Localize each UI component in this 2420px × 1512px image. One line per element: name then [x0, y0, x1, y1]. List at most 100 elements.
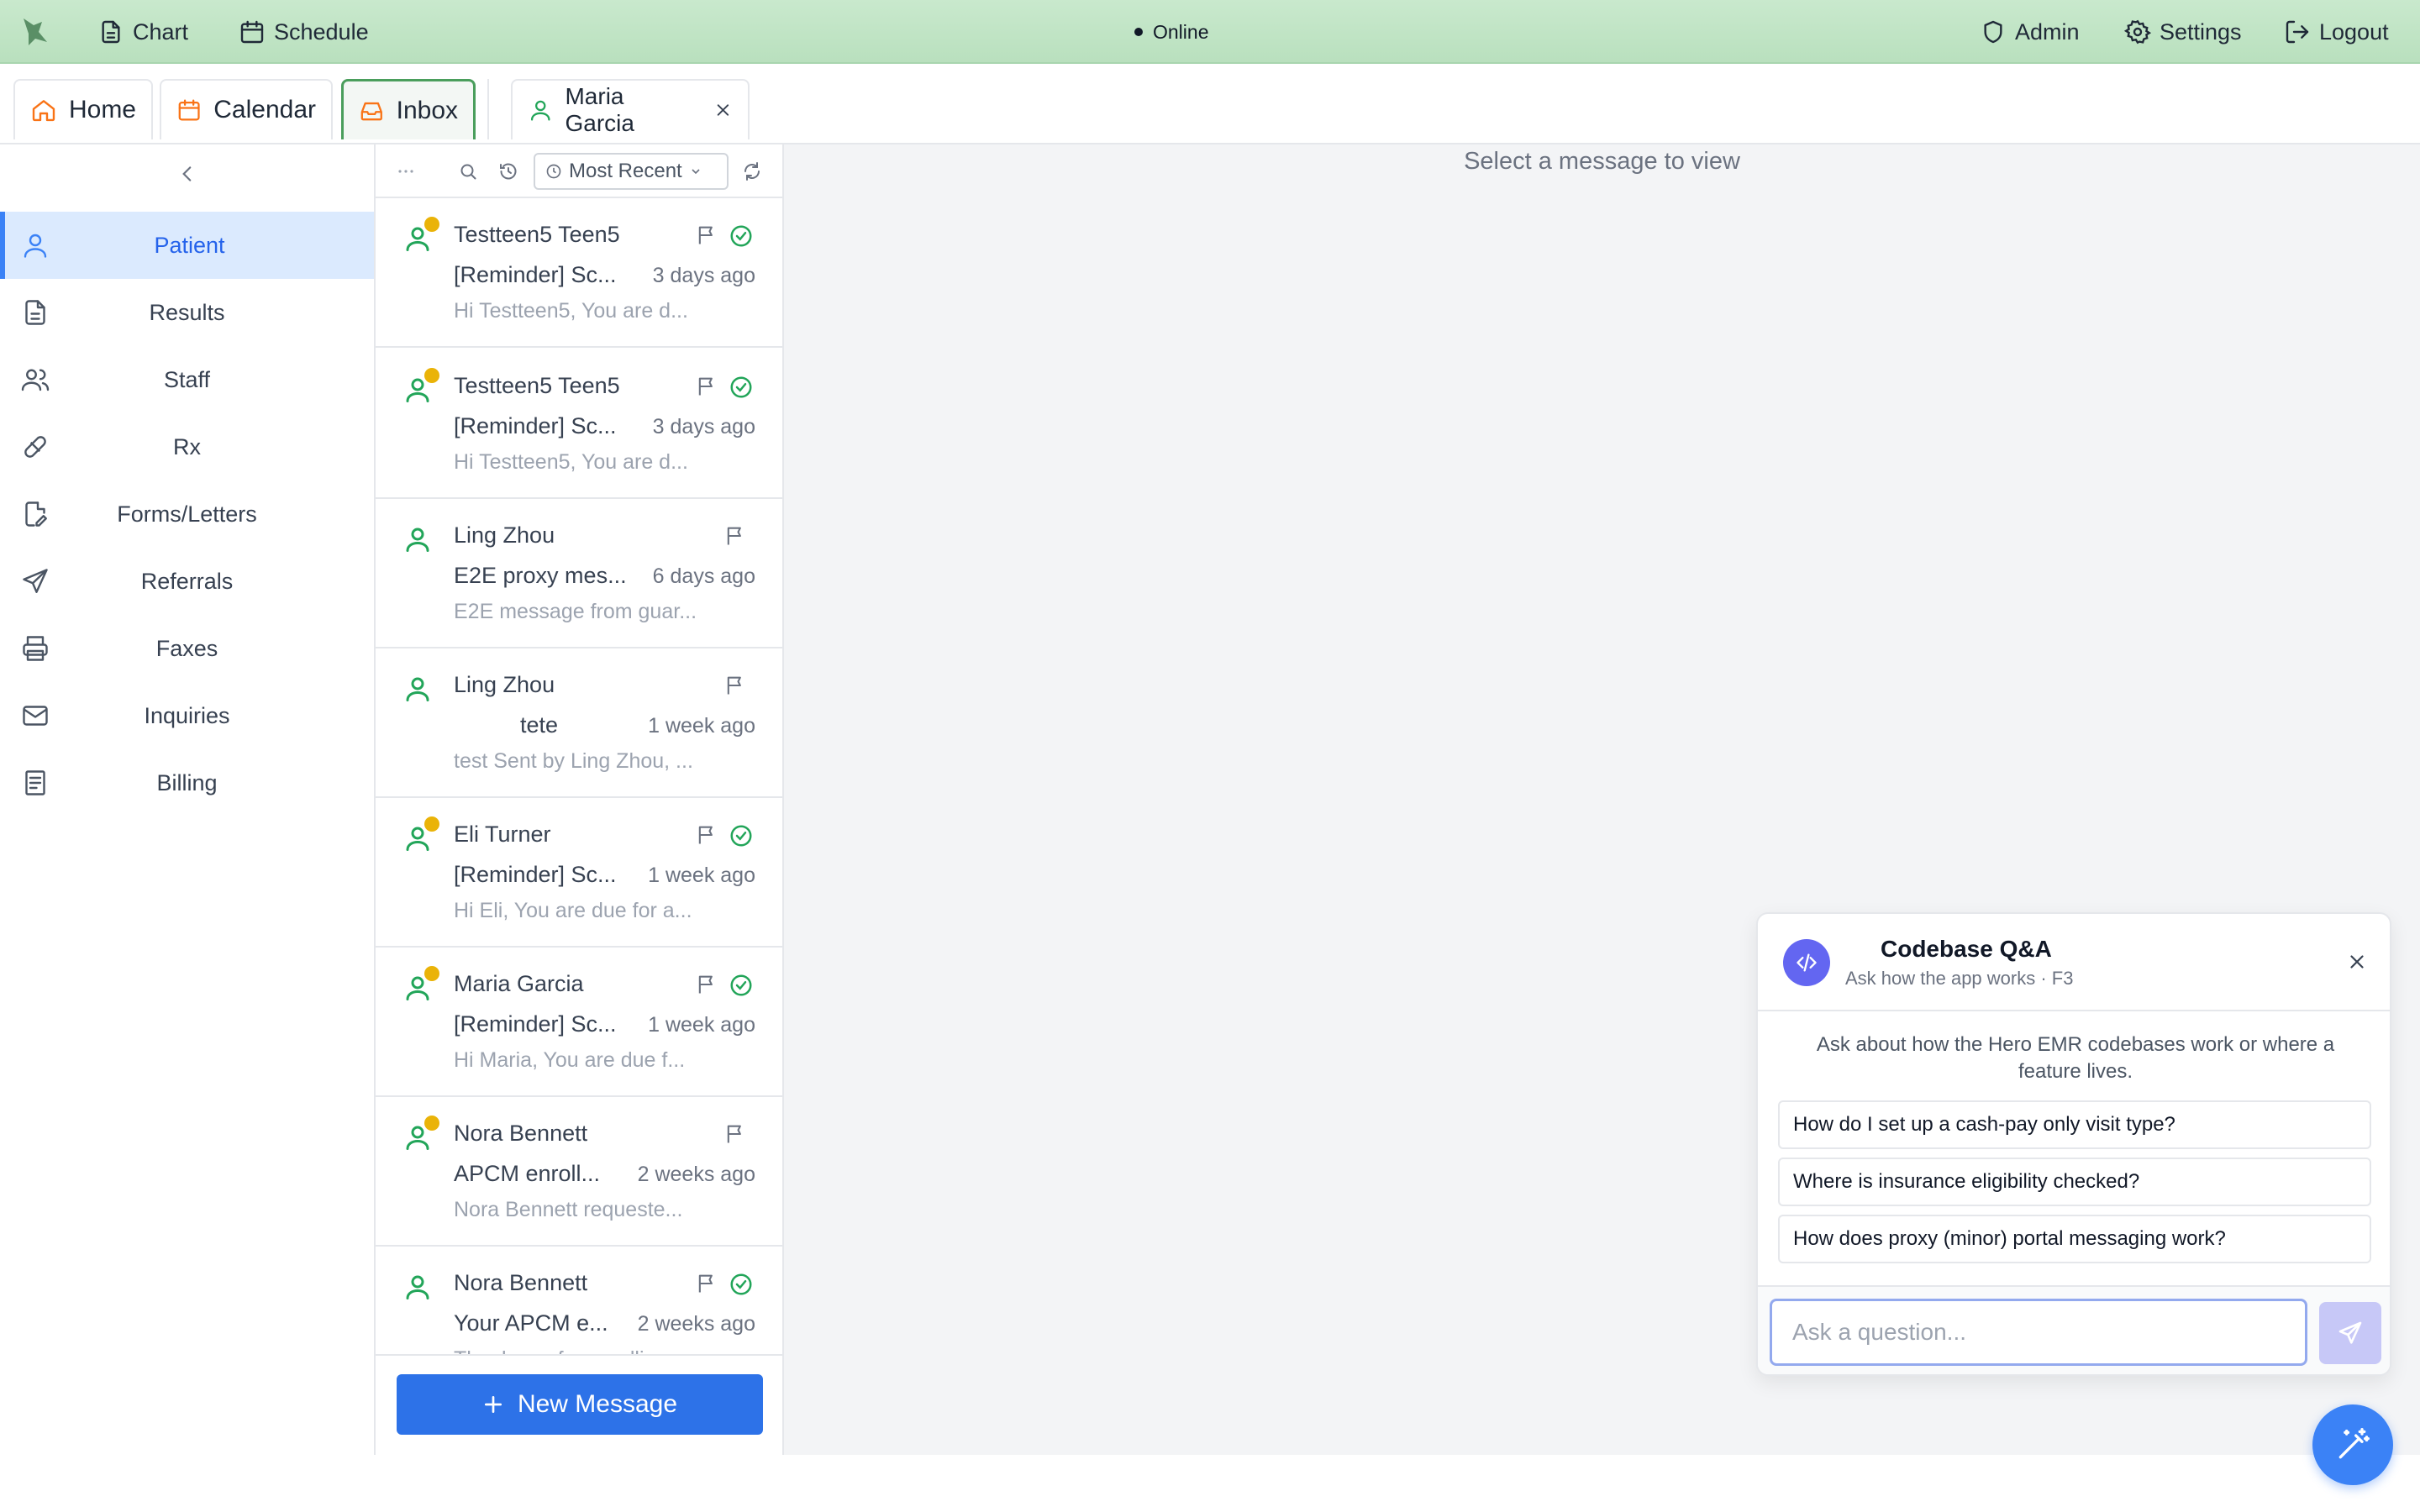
flag-icon[interactable]: [695, 1272, 718, 1295]
message-time: 3 days ago: [652, 264, 755, 287]
flag-icon[interactable]: [695, 823, 718, 847]
history-icon[interactable]: [498, 161, 518, 181]
sidebar-item-billing[interactable]: Billing: [0, 749, 374, 816]
magic-wand-icon: [2338, 1428, 2370, 1459]
clock-icon: [546, 164, 561, 179]
sidebar-item-referrals[interactable]: Referrals: [0, 548, 374, 615]
sidebar-item-faxes[interactable]: Faxes: [0, 615, 374, 682]
status-text: Online: [1153, 20, 1209, 43]
qa-suggestion[interactable]: How do I set up a cash-pay only visit ty…: [1778, 1100, 2371, 1149]
message-subject: [Reminder] Sc...: [454, 262, 617, 287]
refresh-icon[interactable]: [742, 161, 762, 181]
message-preview: Hi Eli, You are due for a...: [454, 899, 692, 922]
sidebar-item-staff[interactable]: Staff: [0, 346, 374, 413]
sidebar: Patient Results Staff Rx Forms/Letters R…: [0, 144, 376, 1455]
settings-button[interactable]: Settings: [2124, 0, 2242, 64]
sidebar-item-label: Referrals: [140, 568, 234, 594]
user-icon: [24, 234, 47, 258]
gear-icon: [2124, 19, 2151, 45]
shield-icon: [1984, 20, 2002, 44]
unread-dot: [424, 966, 439, 981]
chevron-down-icon: [692, 169, 700, 175]
check-circle-icon[interactable]: [729, 375, 754, 400]
message-time: 1 week ago: [648, 1013, 755, 1037]
user-icon: [406, 1275, 429, 1299]
qa-question-input[interactable]: [1770, 1299, 2307, 1366]
logout-button[interactable]: Logout: [2284, 0, 2389, 64]
close-icon[interactable]: [2346, 951, 2368, 973]
sidebar-item-label: Results: [149, 299, 225, 325]
unread-dot: [424, 217, 439, 232]
app-logo-icon[interactable]: [17, 13, 54, 50]
flag-icon[interactable]: [695, 973, 718, 996]
qa-input-bar: [1758, 1285, 2390, 1374]
tab-home[interactable]: Home: [13, 79, 153, 139]
list-item[interactable]: Testteen5 Teen5 [Reminder] Sc... 3 days …: [376, 198, 782, 348]
sort-select[interactable]: Most Recent: [534, 153, 729, 190]
qa-suggestion[interactable]: How does proxy (minor) portal messaging …: [1778, 1215, 2371, 1263]
qa-send-button[interactable]: [2319, 1302, 2381, 1364]
list-item[interactable]: Maria Garcia [Reminder] Sc... 1 week ago…: [376, 948, 782, 1097]
admin-button[interactable]: Admin: [1980, 0, 2080, 64]
tab-divider: [487, 79, 489, 139]
flag-icon[interactable]: [723, 1122, 747, 1146]
sender-name: Testteen5 Teen5: [454, 222, 620, 247]
check-circle-icon[interactable]: [729, 1272, 754, 1297]
sidebar-item-label: Patient: [154, 232, 225, 258]
list-item[interactable]: Ling Zhou tete 1 week ago test Sent by L…: [376, 648, 782, 798]
schedule-nav-button[interactable]: Schedule: [239, 0, 369, 64]
user-icon: [406, 677, 429, 701]
chart-nav-button[interactable]: Chart: [97, 0, 188, 64]
message-time: 6 days ago: [652, 564, 755, 588]
calendar-icon: [178, 99, 200, 121]
list-item[interactable]: Eli Turner [Reminder] Sc... 1 week ago H…: [376, 798, 782, 948]
connection-status: Online: [1134, 0, 1208, 64]
sidebar-item-rx[interactable]: Rx: [0, 413, 374, 480]
message-subject: [Reminder] Sc...: [454, 862, 617, 887]
flag-icon[interactable]: [723, 524, 747, 548]
check-circle-icon[interactable]: [729, 823, 754, 848]
qa-header: Codebase Q&A Ask how the app works · F3: [1758, 914, 2390, 1011]
check-circle-icon[interactable]: [729, 973, 754, 998]
flag-icon[interactable]: [695, 375, 718, 398]
tab-inbox-label: Inbox: [396, 96, 458, 124]
sidebar-item-patient[interactable]: Patient: [0, 212, 374, 279]
tab-patient-maria-garcia[interactable]: Maria Garcia: [511, 79, 750, 139]
sort-select-value: Most Recent: [569, 160, 682, 182]
chart-nav-label: Chart: [133, 18, 189, 45]
tab-calendar[interactable]: Calendar: [160, 79, 333, 139]
mail-icon: [23, 706, 48, 726]
printer-icon: [23, 636, 48, 661]
user-icon: [406, 528, 429, 552]
bottom-strip: [0, 1455, 2420, 1512]
message-subject: [Reminder] Sc...: [454, 1011, 617, 1037]
qa-suggestion[interactable]: Where is insurance eligibility checked?: [1778, 1158, 2371, 1206]
ai-assistant-fab[interactable]: [2312, 1404, 2393, 1485]
close-icon[interactable]: [713, 100, 733, 120]
sidebar-item-results[interactable]: Results: [0, 279, 374, 346]
tab-bar: Home Calendar Inbox Maria Garcia: [0, 64, 2420, 144]
tab-inbox[interactable]: Inbox: [341, 79, 476, 139]
sidebar-item-label: Staff: [163, 366, 211, 392]
send-icon: [23, 569, 48, 593]
message-subject: [Reminder] Sc...: [454, 413, 617, 438]
list-item[interactable]: Ling Zhou E2E proxy mes... 6 days ago E2…: [376, 499, 782, 648]
chevron-left-icon[interactable]: [176, 163, 198, 185]
message-time: 1 week ago: [648, 714, 755, 738]
flag-icon[interactable]: [723, 674, 747, 697]
users-icon: [21, 369, 50, 391]
sidebar-item-forms-letters[interactable]: Forms/Letters: [0, 480, 374, 548]
list-item[interactable]: Testteen5 Teen5 [Reminder] Sc... 3 days …: [376, 349, 782, 499]
check-circle-icon[interactable]: [729, 223, 754, 249]
status-dot-icon: [1134, 28, 1143, 36]
sidebar-item-inquiries[interactable]: Inquiries: [0, 682, 374, 749]
new-message-button[interactable]: New Message: [397, 1374, 763, 1435]
pill-icon: [24, 436, 46, 458]
message-preview: Hi Testteen5, You are d...: [454, 299, 688, 323]
search-icon[interactable]: [458, 161, 478, 181]
sidebar-item-label: Forms/Letters: [117, 501, 257, 527]
list-item[interactable]: Nora Bennett APCM enroll... 2 weeks ago …: [376, 1097, 782, 1247]
sender-name: Nora Bennett: [454, 1270, 588, 1295]
more-options-icon[interactable]: [396, 161, 416, 181]
flag-icon[interactable]: [695, 223, 718, 247]
